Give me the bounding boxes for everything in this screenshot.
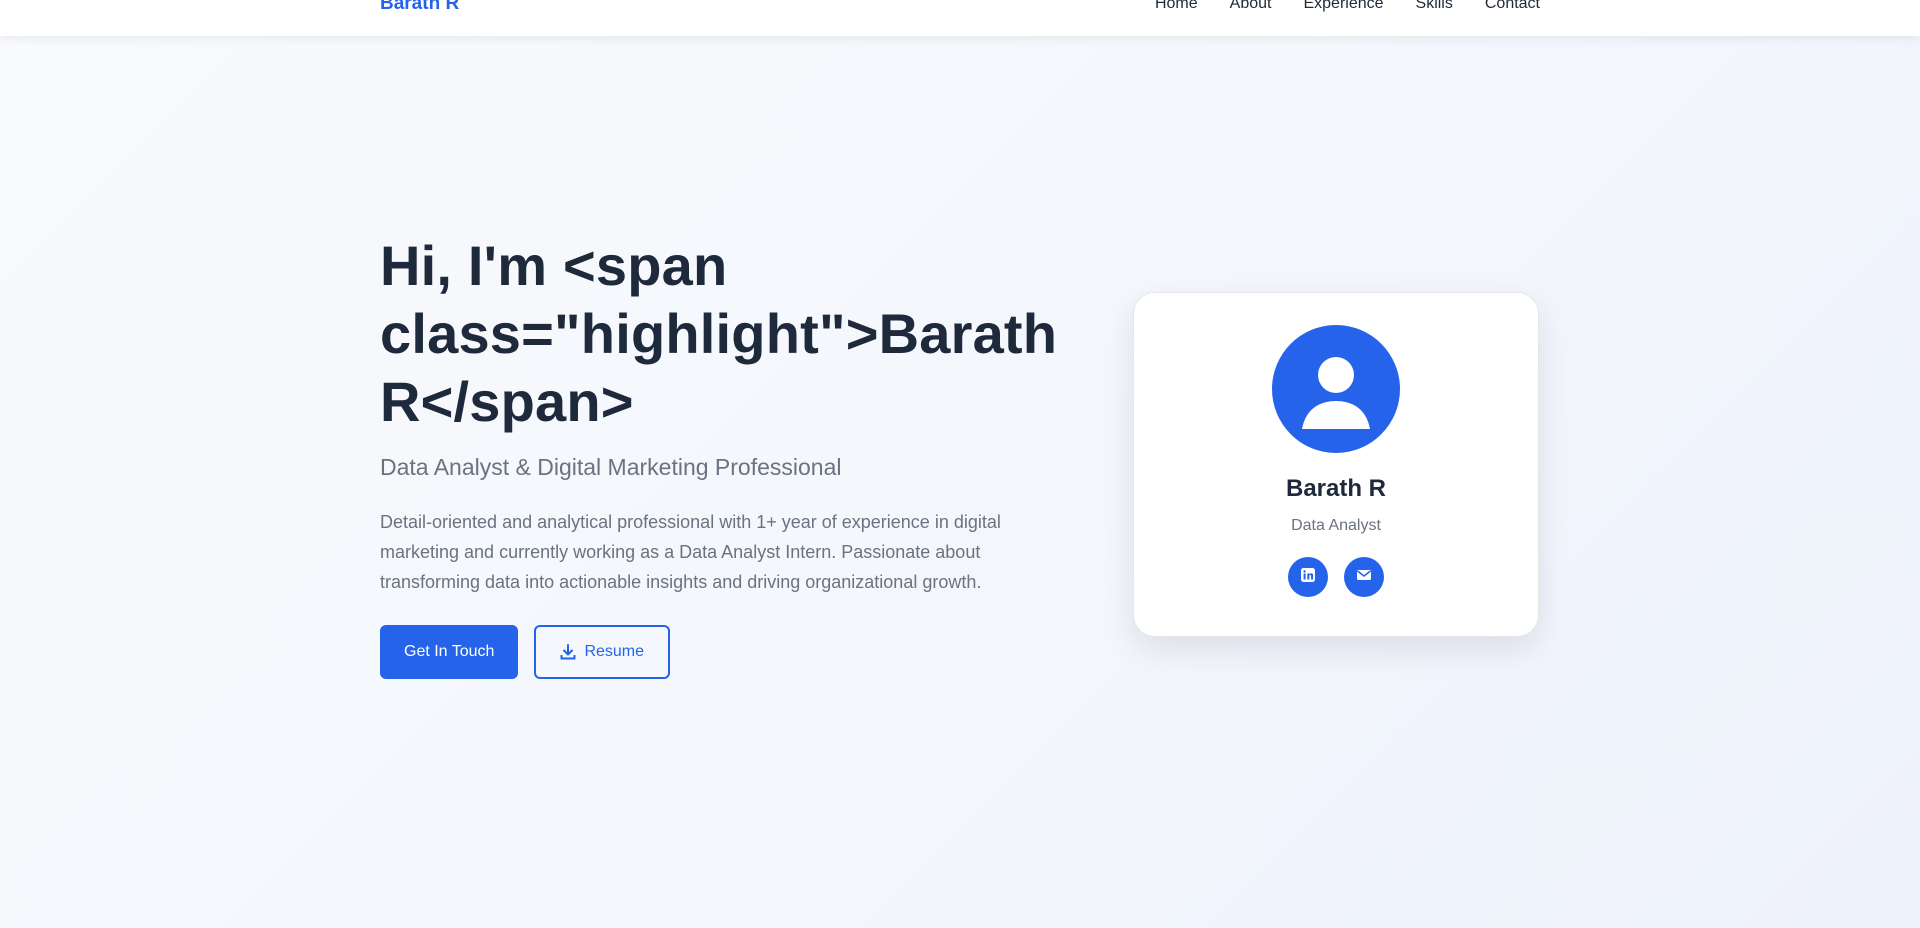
profile-role: Data Analyst — [1291, 517, 1381, 534]
hero-subtitle: Data Analyst & Digital Marketing Profess… — [380, 454, 842, 480]
resume-button[interactable]: Resume — [534, 625, 671, 679]
hero-title: Hi, I'm <span class="highlight">Barath R… — [380, 234, 1058, 433]
profile-card: Barath R Data Analyst — [1133, 292, 1539, 637]
hero-section: Hi, I'm <span class="highlight">Barath R… — [0, 36, 1920, 928]
navbar-inner: Barath R Home About Experience Skills Co… — [380, 0, 1540, 16]
site-logo[interactable]: Barath R — [380, 0, 459, 15]
download-icon — [560, 644, 576, 660]
nav-link-skills[interactable]: Skills — [1416, 0, 1453, 13]
hero-actions: Get In Touch Resume — [380, 625, 1080, 679]
linkedin-icon — [1300, 567, 1316, 588]
email-button[interactable] — [1344, 557, 1384, 597]
profile-name: Barath R — [1285, 475, 1387, 502]
email-icon — [1356, 567, 1372, 588]
get-in-touch-button[interactable]: Get In Touch — [380, 625, 519, 679]
navbar: Barath R Home About Experience Skills Co… — [0, 0, 1920, 36]
linkedin-button[interactable] — [1288, 557, 1328, 597]
hero-content: Hi, I'm <span class="highlight">Barath R… — [380, 232, 1080, 679]
nav-link-home[interactable]: Home — [1155, 0, 1198, 13]
nav-link-about[interactable]: About — [1230, 0, 1272, 13]
social-links — [1288, 557, 1384, 597]
nav-links: Home About Experience Skills Contact — [1155, 0, 1540, 13]
user-icon — [1272, 325, 1400, 453]
resume-button-label: Resume — [584, 643, 645, 660]
nav-link-contact[interactable]: Contact — [1485, 0, 1540, 13]
hero-description: Detail-oriented and analytical professio… — [380, 512, 1001, 592]
nav-link-experience[interactable]: Experience — [1303, 0, 1383, 13]
